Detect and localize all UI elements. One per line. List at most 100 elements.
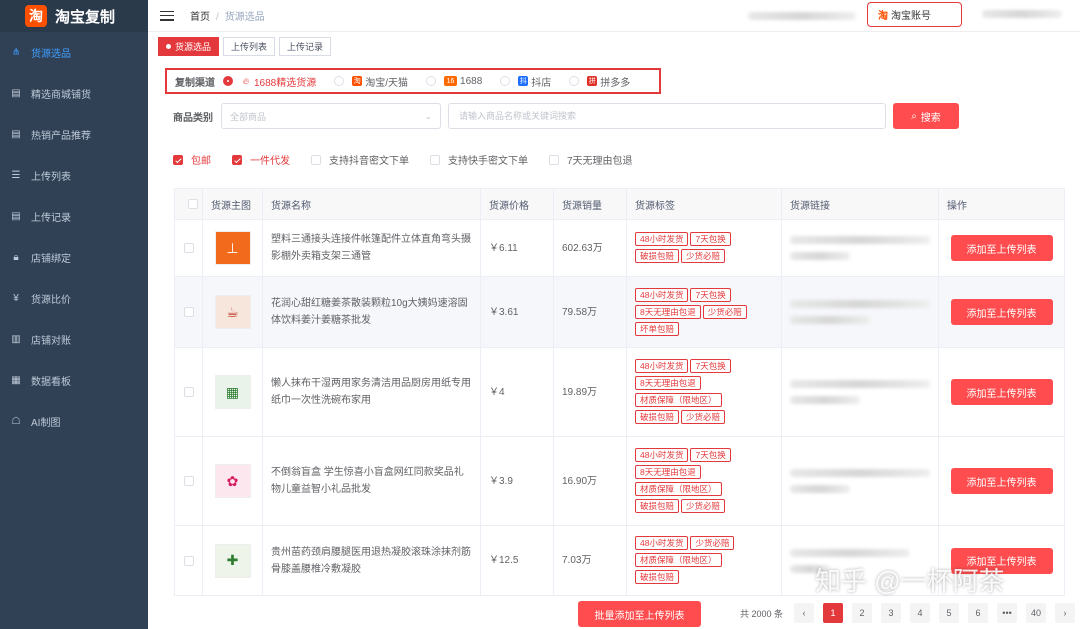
page-button[interactable]: 40 [1026,603,1047,623]
checkbox-7day-return[interactable]: 7天无理由包退 [549,152,633,167]
tab-upload-list[interactable]: 上传列表 [223,37,276,56]
bulk-add-button[interactable]: 批量添加至上传列表 [578,601,701,627]
table-row: ✿ 不倒翁盲盒 学生惊喜小盲盒网红同款奖品礼物儿童益智小礼品批发 ￥3.9 16… [174,436,1065,526]
row-select[interactable] [174,525,203,596]
product-image-cell: ⊥ [202,219,263,277]
blurred-username[interactable] [982,10,1062,18]
page-button[interactable]: 6 [968,603,989,623]
sidebar-item-dashboard[interactable]: ▦ 数据看板 [0,360,148,401]
product-image-cell: ☕︎ [202,276,263,348]
blurred-user-info [748,12,856,20]
breadcrumb-home[interactable]: 首页 [190,12,210,23]
product-price: ￥3.9 [480,436,554,526]
table-row: ▦ 懒人抹布干湿两用家务清洁用品厨房用纸专用纸巾一次性洗碗布家用 ￥4 19.8… [174,347,1065,437]
checkbox-box [183,387,194,397]
sidebar-item-upload-list[interactable]: ☰ 上传列表 [0,155,148,196]
channel-label: 复制渠道 [175,77,215,89]
category-select[interactable]: 全部商品 ⌄ [221,103,441,129]
product-name[interactable]: 贵州苗药颈肩腰腿医用退热凝胶滚珠涂抹剂筋骨膝盖腰椎冷敷凝胶 [262,525,481,596]
sidebar-item-hot-products[interactable]: ▤ 热销产品推荐 [0,114,148,155]
page-button[interactable]: 5 [939,603,960,623]
page-button[interactable]: 1 [823,603,844,623]
next-page-icon[interactable]: › [1055,603,1076,623]
taobao-account-label: 淘宝账号 [891,11,931,22]
channel-radio-pinduoduo[interactable]: 拼拼多多 [569,74,630,89]
column-header: 货源名称 [262,188,481,220]
more-pages-icon[interactable]: ••• [997,603,1018,623]
pinduoduo-icon: 拼 [587,76,598,86]
product-name[interactable]: 懒人抹布干湿两用家务清洁用品厨房用纸专用纸巾一次性洗碗布家用 [262,347,481,437]
tab-source-selection[interactable]: 货源选品 [158,37,220,56]
product-name[interactable]: 塑料三通接头连接件帐篷配件立体直角弯头摄影棚外卖箱支架三通管 [262,219,481,277]
checkbox-label: 支持抖音密文下单 [329,156,409,167]
keyword-search-input[interactable] [448,103,886,129]
add-to-upload-list-button[interactable]: 添加至上传列表 [950,468,1053,494]
row-select[interactable] [174,347,203,437]
channel-radio-taobao[interactable]: 淘淘宝/天猫 [334,74,408,89]
channel-option-label: 拼多多 [600,77,631,89]
checkbox-free-shipping[interactable]: 包邮 [173,152,211,167]
page-button[interactable]: 2 [852,603,873,623]
add-to-upload-list-button[interactable]: 添加至上传列表 [950,299,1053,325]
product-name[interactable]: 花润心甜红糖姜茶散装颗粒10g大姨妈速溶固体饮料姜汁姜糖茶批发 [262,276,481,348]
breadcrumb: 首页 / 货源选品 [190,8,265,23]
menu-toggle-icon[interactable] [160,9,174,23]
product-thumbnail[interactable]: ⊥ [214,231,251,265]
row-select[interactable] [174,219,203,277]
sidebar-item-price-compare[interactable]: ¥ 货源比价 [0,278,148,319]
brand-name: 淘宝复制 [55,8,116,26]
product-thumbnail[interactable]: ✿ [214,464,251,498]
prev-page-icon[interactable]: ‹ [794,603,815,623]
sidebar-item-upload-records[interactable]: ▤ 上传记录 [0,196,148,237]
table-row: ⊥ 塑料三通接头连接件帐篷配件立体直角弯头摄影棚外卖箱支架三通管 ￥6.11 6… [174,219,1065,277]
blurred-link [790,300,930,308]
product-price: ￥4 [480,347,554,437]
product-thumbnail[interactable]: ☕︎ [214,295,251,329]
product-link[interactable] [781,276,939,348]
header-select-all[interactable] [174,188,203,220]
checkbox-douyin-encrypted[interactable]: 支持抖音密文下单 [311,152,409,167]
document-icon: ▤ [11,211,21,222]
sidebar-item-mall-listing[interactable]: ▤ 精选商城铺货 [0,73,148,114]
checkbox-dropshipping[interactable]: 一件代发 [232,152,290,167]
service-tag: 材质保障（限地区） [635,553,722,567]
row-select[interactable] [174,436,203,526]
sidebar-item-label: 热销产品推荐 [31,131,91,142]
sidebar-item-source-selection[interactable]: ⋔ 货源选品 [0,32,148,73]
channel-option-label: 1688精选货源 [254,77,317,89]
radio-circle [426,76,437,86]
service-tag: 破损包赔 [635,570,680,584]
product-thumbnail[interactable]: ✚ [214,543,251,578]
channel-radio-1688[interactable]: 16 1688 [426,76,482,87]
product-link[interactable] [781,219,939,277]
service-tag: 少货必赔 [681,249,726,263]
page-button[interactable]: 4 [910,603,931,623]
add-to-upload-list-button[interactable]: 添加至上传列表 [950,379,1053,405]
checkbox-label: 7天无理由包退 [567,156,633,167]
channel-option-label: 淘宝/天猫 [365,77,409,89]
product-thumbnail[interactable]: ▦ [214,375,251,409]
product-name[interactable]: 不倒翁盲盒 学生惊喜小盲盒网红同款奖品礼物儿童益智小礼品批发 [262,436,481,526]
channel-radio-1688-selected[interactable]: 🔥︎ 1688精选货源 [223,74,316,89]
checkbox-kuaishou-encrypted[interactable]: 支持快手密文下单 [430,152,528,167]
product-link[interactable] [781,347,939,437]
table-header-row: 货源主图 货源名称 货源价格 货源销量 货源标签 货源链接 操作 [174,188,1065,220]
page-button[interactable]: 3 [881,603,902,623]
sidebar-item-reconciliation[interactable]: ▥ 店铺对账 [0,319,148,360]
tab-upload-records[interactable]: 上传记录 [279,37,332,56]
product-link[interactable] [781,436,939,526]
service-tag: 少货必赔 [681,499,726,513]
channel-radio-douyin[interactable]: 抖抖店 [500,74,551,89]
sidebar-item-label: AI制图 [31,418,61,429]
table-row: ☕︎ 花润心甜红糖姜茶散装颗粒10g大姨妈速溶固体饮料姜汁姜糖茶批发 ￥3.61… [174,276,1065,348]
sidebar-item-shop-binding[interactable]: 🔒︎ 店铺绑定 [0,237,148,278]
row-select[interactable] [174,276,203,348]
document-icon: ▤ [11,129,21,140]
channel-option-label: 抖店 [531,77,552,89]
taobao-account-button[interactable]: 淘淘宝账号 [867,2,962,27]
product-image-cell: ▦ [202,347,263,437]
sidebar-item-ai-image[interactable]: ☖ AI制图 [0,401,148,442]
checkbox-box [549,154,559,165]
search-button[interactable]: ⌕ 搜索 [893,103,959,129]
add-to-upload-list-button[interactable]: 添加至上传列表 [950,235,1053,261]
